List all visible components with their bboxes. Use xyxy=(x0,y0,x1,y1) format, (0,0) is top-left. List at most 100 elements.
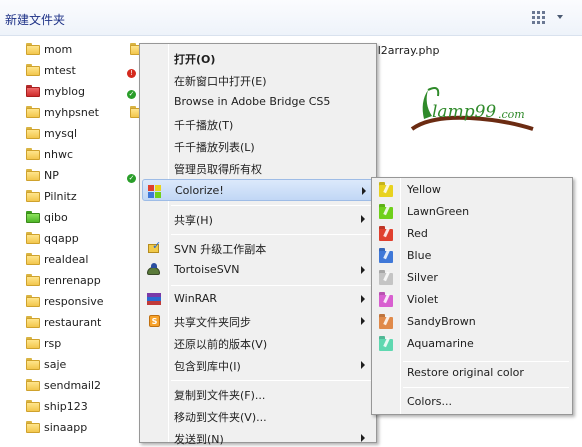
folder-icon xyxy=(26,106,40,118)
folder-name: myhpsnet xyxy=(44,106,99,119)
menu-item-label: Colorize! xyxy=(175,184,224,197)
folder-icon xyxy=(26,295,40,307)
file-name[interactable]: ml2array.php xyxy=(367,44,439,57)
folder-item[interactable]: qibo xyxy=(22,208,134,229)
color-option-sandybrown[interactable]: SandyBrown xyxy=(374,311,570,333)
folder-item[interactable]: renrenapp xyxy=(22,271,134,292)
menu-item-restore-previous[interactable]: 还原以前的版本(V) xyxy=(142,332,374,354)
folder-item[interactable]: restaurant xyxy=(22,313,134,334)
menu-item-label: Colors... xyxy=(407,395,452,408)
color-option-lawngreen[interactable]: LawnGreen xyxy=(374,201,570,223)
color-folder-icon xyxy=(379,314,393,329)
color-folder-icon xyxy=(379,204,393,219)
menu-item-svn-update[interactable]: ✓ SVN 升级工作副本 xyxy=(142,237,374,259)
menu-item-tortoisesvn[interactable]: TortoiseSVN xyxy=(142,259,374,281)
color-folder-icon xyxy=(379,270,393,285)
logo-domain: .com xyxy=(498,108,525,121)
submenu-arrow-icon xyxy=(361,317,365,325)
menu-item-share[interactable]: 共享(H) xyxy=(142,208,374,230)
folder-name: NP xyxy=(44,169,59,182)
menu-separator xyxy=(171,285,374,286)
folder-icon xyxy=(26,169,40,181)
folder-item[interactable]: rsp xyxy=(22,334,134,355)
folder-icon xyxy=(26,316,40,328)
folder-item[interactable]: myblog xyxy=(22,82,134,103)
view-options-button[interactable] xyxy=(532,10,566,26)
folder-name: qqapp xyxy=(44,232,79,245)
menu-item-move-to[interactable]: 移动到文件夹(V)... xyxy=(142,405,374,427)
folder-item[interactable]: nhwc xyxy=(22,145,134,166)
menu-item-restore-original-color[interactable]: Restore original color xyxy=(374,362,570,384)
folder-item[interactable]: qqapp xyxy=(22,229,134,250)
menu-item-send-to[interactable]: 发送到(N) xyxy=(142,427,374,446)
menu-item-copy-to[interactable]: 复制到文件夹(F)... xyxy=(142,383,374,405)
color-option-red[interactable]: Red xyxy=(374,223,570,245)
menu-item-label: Restore original color xyxy=(407,366,524,379)
menu-item-label: 千千播放列表(L) xyxy=(174,141,255,154)
color-option-yellow[interactable]: Yellow xyxy=(374,179,570,201)
menu-item-label: 打开(O) xyxy=(174,53,216,66)
submenu-arrow-icon xyxy=(361,434,365,442)
folder-icon xyxy=(26,400,40,412)
view-options-icon xyxy=(532,11,546,24)
lamp99-logo: lamp99 .com xyxy=(410,82,535,132)
folder-icon xyxy=(26,211,40,223)
folder-item[interactable]: saje xyxy=(22,355,134,376)
menu-item-label: 包含到库中(I) xyxy=(174,360,241,373)
color-option-silver[interactable]: Silver xyxy=(374,267,570,289)
folder-icon xyxy=(26,190,40,202)
folder-icon xyxy=(26,274,40,286)
folder-item[interactable]: mom xyxy=(22,40,134,61)
menu-item-label: 在新窗口中打开(E) xyxy=(174,75,267,88)
submenu-arrow-icon xyxy=(361,215,365,223)
winrar-icon xyxy=(146,292,162,306)
menu-item-sync-share[interactable]: S 共享文件夹同步 xyxy=(142,310,374,332)
folder-icon xyxy=(26,337,40,349)
menu-item-open-new-window[interactable]: 在新窗口中打开(E) xyxy=(142,69,374,91)
menu-item-open[interactable]: 打开(O) xyxy=(142,47,374,69)
folder-item[interactable]: sendmail2 xyxy=(22,376,134,397)
menu-item-label: LawnGreen xyxy=(407,205,470,218)
menu-item-qianqian-play[interactable]: 千千播放(T) xyxy=(142,113,374,135)
folder-item[interactable]: responsive xyxy=(22,292,134,313)
menu-item-label: 发送到(N) xyxy=(174,433,224,446)
chevron-down-icon xyxy=(557,15,563,19)
menu-item-label: Browse in Adobe Bridge CS5 xyxy=(174,95,331,108)
menu-item-include-library[interactable]: 包含到库中(I) xyxy=(142,354,374,376)
folder-name: responsive xyxy=(44,295,104,308)
menu-separator xyxy=(171,234,374,235)
menu-item-label: Red xyxy=(407,227,428,240)
menu-item-take-ownership[interactable]: 管理员取得所有权 xyxy=(142,157,374,179)
color-option-blue[interactable]: Blue xyxy=(374,245,570,267)
menu-item-label: TortoiseSVN xyxy=(174,263,240,276)
folder-name: Pilnitz xyxy=(44,190,77,203)
menu-item-winrar[interactable]: WinRAR xyxy=(142,288,374,310)
folder-name: sinaapp xyxy=(44,421,88,434)
color-option-aquamarine[interactable]: Aquamarine xyxy=(374,333,570,355)
color-option-violet[interactable]: Violet xyxy=(374,289,570,311)
menu-item-label: 复制到文件夹(F)... xyxy=(174,389,266,402)
folder-item[interactable]: sinaapp xyxy=(22,418,134,439)
menu-separator xyxy=(403,387,569,388)
folder-item[interactable]: NP xyxy=(22,166,134,187)
sync-share-icon: S xyxy=(146,314,162,328)
menu-item-label: WinRAR xyxy=(174,292,218,305)
folder-icon xyxy=(26,127,40,139)
folder-item[interactable]: mysql xyxy=(22,124,134,145)
folder-item[interactable]: mtest xyxy=(22,61,134,82)
menu-item-colorize[interactable]: Colorize! xyxy=(142,179,374,201)
folder-name: renrenapp xyxy=(44,274,101,287)
folder-name: restaurant xyxy=(44,316,102,329)
folder-item[interactable]: ship123 xyxy=(22,397,134,418)
menu-item-label: 共享文件夹同步 xyxy=(174,316,251,329)
context-menu: 打开(O) 在新窗口中打开(E) Browse in Adobe Bridge … xyxy=(139,43,377,446)
colorize-icon xyxy=(147,184,163,198)
error-overlay-icon: ! xyxy=(127,69,136,78)
menu-item-colors-dialog[interactable]: Colors... xyxy=(374,391,570,413)
menu-item-qianqian-playlist[interactable]: 千千播放列表(L) xyxy=(142,135,374,157)
folder-item[interactable]: myhpsnet xyxy=(22,103,134,124)
color-folder-icon xyxy=(379,182,393,197)
folder-item[interactable]: Pilnitz xyxy=(22,187,134,208)
folder-item[interactable]: realdeal xyxy=(22,250,134,271)
menu-item-browse-bridge[interactable]: Browse in Adobe Bridge CS5 xyxy=(142,91,374,113)
